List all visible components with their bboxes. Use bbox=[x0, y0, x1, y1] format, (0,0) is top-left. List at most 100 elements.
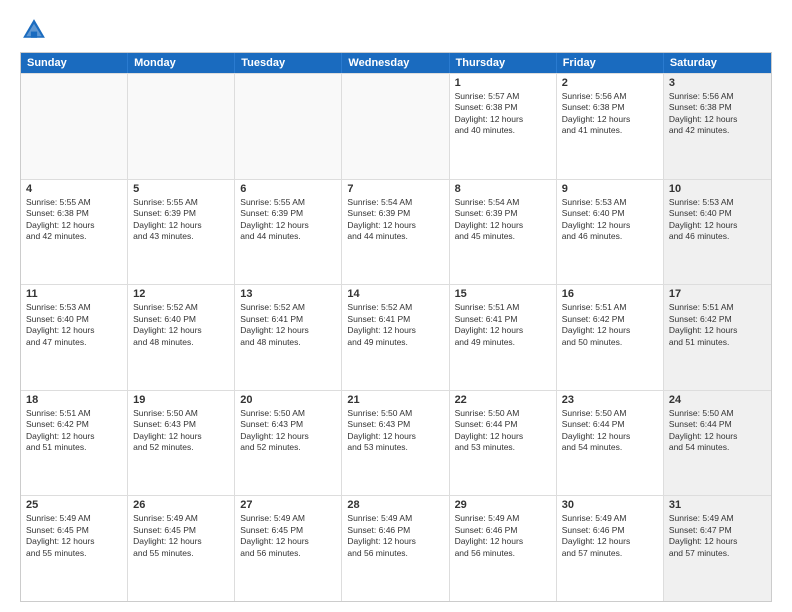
cell-info: Sunrise: 5:49 AMSunset: 6:46 PMDaylight:… bbox=[455, 513, 551, 559]
day-number: 4 bbox=[26, 183, 122, 195]
cell-info: Sunrise: 5:49 AMSunset: 6:45 PMDaylight:… bbox=[26, 513, 122, 559]
calendar-cell: 21Sunrise: 5:50 AMSunset: 6:43 PMDayligh… bbox=[342, 391, 449, 496]
calendar-cell bbox=[128, 74, 235, 179]
cell-info: Sunrise: 5:50 AMSunset: 6:44 PMDaylight:… bbox=[455, 408, 551, 454]
calendar-cell bbox=[235, 74, 342, 179]
cell-info: Sunrise: 5:50 AMSunset: 6:44 PMDaylight:… bbox=[669, 408, 766, 454]
calendar-cell: 18 Sunrise: 5:51 AMSunset: 6:42 PMDayligh… bbox=[21, 391, 128, 496]
day-number: 10 bbox=[669, 183, 766, 195]
day-number: 29 bbox=[455, 499, 551, 511]
day-number: 30 bbox=[562, 499, 658, 511]
cell-info: Sunrise: 5:53 AMSunset: 6:40 PMDaylight:… bbox=[26, 302, 122, 348]
day-number: 28 bbox=[347, 499, 443, 511]
day-number: 31 bbox=[669, 499, 766, 511]
calendar-cell: 31 Sunrise: 5:49 AMSunset: 6:47 PMDayligh… bbox=[664, 496, 771, 601]
cell-info: Sunrise: 5:51 AMSunset: 6:42 PMDaylight:… bbox=[562, 302, 658, 348]
cell-info: Sunrise: 5:51 AMSunset: 6:42 PMDaylight:… bbox=[669, 302, 766, 348]
cell-info: Sunrise: 5:52 AMSunset: 6:41 PMDaylight:… bbox=[240, 302, 336, 348]
day-number: 12 bbox=[133, 288, 229, 300]
cell-info: Sunrise: 5:57 AMSunset: 6:38 PMDaylight:… bbox=[455, 91, 551, 137]
calendar-cell: 7Sunrise: 5:54 AMSunset: 6:39 PMDaylight… bbox=[342, 180, 449, 285]
calendar-cell: 3Sunrise: 5:56 AMSunset: 6:38 PMDaylight… bbox=[664, 74, 771, 179]
calendar-row: 4Sunrise: 5:55 AMSunset: 6:38 PMDaylight… bbox=[21, 179, 771, 285]
cell-info: Sunrise: 5:50 AMSunset: 6:43 PMDaylight:… bbox=[240, 408, 336, 454]
cell-info: Sunrise: 5:54 AMSunset: 6:39 PMDaylight:… bbox=[455, 197, 551, 243]
calendar-body: 1 Sunrise: 5:57 AMSunset: 6:38 PMDaylight… bbox=[21, 73, 771, 601]
header-day: Wednesday bbox=[342, 53, 449, 73]
day-number: 26 bbox=[133, 499, 229, 511]
cell-info: Sunrise: 5:49 AMSunset: 6:47 PMDaylight:… bbox=[669, 513, 766, 559]
cell-info: Sunrise: 5:54 AMSunset: 6:39 PMDaylight:… bbox=[347, 197, 443, 243]
calendar-cell: 25 Sunrise: 5:49 AMSunset: 6:45 PMDayligh… bbox=[21, 496, 128, 601]
header-day: Monday bbox=[128, 53, 235, 73]
cell-info: Sunrise: 5:52 AMSunset: 6:40 PMDaylight:… bbox=[133, 302, 229, 348]
cell-info: Sunrise: 5:50 AMSunset: 6:44 PMDaylight:… bbox=[562, 408, 658, 454]
cell-info: Sunrise: 5:53 AMSunset: 6:40 PMDaylight:… bbox=[669, 197, 766, 243]
calendar-cell: 23 Sunrise: 5:50 AMSunset: 6:44 PMDayligh… bbox=[557, 391, 664, 496]
header bbox=[20, 16, 772, 44]
calendar-cell: 4Sunrise: 5:55 AMSunset: 6:38 PMDaylight… bbox=[21, 180, 128, 285]
cell-info: Sunrise: 5:51 AMSunset: 6:41 PMDaylight:… bbox=[455, 302, 551, 348]
cell-info: Sunrise: 5:55 AMSunset: 6:39 PMDaylight:… bbox=[240, 197, 336, 243]
cell-info: Sunrise: 5:56 AMSunset: 6:38 PMDaylight:… bbox=[562, 91, 658, 137]
calendar-cell bbox=[342, 74, 449, 179]
cell-info: Sunrise: 5:56 AMSunset: 6:38 PMDaylight:… bbox=[669, 91, 766, 137]
calendar-row: 11Sunrise: 5:53 AMSunset: 6:40 PMDayligh… bbox=[21, 284, 771, 390]
header-day: Thursday bbox=[450, 53, 557, 73]
day-number: 9 bbox=[562, 183, 658, 195]
calendar-cell: 22 Sunrise: 5:50 AMSunset: 6:44 PMDayligh… bbox=[450, 391, 557, 496]
cell-info: Sunrise: 5:49 AMSunset: 6:46 PMDaylight:… bbox=[562, 513, 658, 559]
day-number: 2 bbox=[562, 77, 658, 89]
day-number: 16 bbox=[562, 288, 658, 300]
calendar-cell: 30 Sunrise: 5:49 AMSunset: 6:46 PMDayligh… bbox=[557, 496, 664, 601]
calendar-cell: 8Sunrise: 5:54 AMSunset: 6:39 PMDaylight… bbox=[450, 180, 557, 285]
day-number: 14 bbox=[347, 288, 443, 300]
calendar-cell: 11Sunrise: 5:53 AMSunset: 6:40 PMDayligh… bbox=[21, 285, 128, 390]
day-number: 15 bbox=[455, 288, 551, 300]
calendar: SundayMondayTuesdayWednesdayThursdayFrid… bbox=[20, 52, 772, 602]
day-number: 21 bbox=[347, 394, 443, 406]
logo bbox=[20, 16, 52, 44]
cell-info: Sunrise: 5:50 AMSunset: 6:43 PMDaylight:… bbox=[133, 408, 229, 454]
day-number: 19 bbox=[133, 394, 229, 406]
calendar-cell: 28 Sunrise: 5:49 AMSunset: 6:46 PMDayligh… bbox=[342, 496, 449, 601]
day-number: 13 bbox=[240, 288, 336, 300]
calendar-cell: 27Sunrise: 5:49 AMSunset: 6:45 PMDayligh… bbox=[235, 496, 342, 601]
calendar-cell: 20Sunrise: 5:50 AMSunset: 6:43 PMDayligh… bbox=[235, 391, 342, 496]
calendar-cell bbox=[21, 74, 128, 179]
calendar-header: SundayMondayTuesdayWednesdayThursdayFrid… bbox=[21, 53, 771, 73]
logo-icon bbox=[20, 16, 48, 44]
cell-info: Sunrise: 5:49 AMSunset: 6:46 PMDaylight:… bbox=[347, 513, 443, 559]
calendar-cell: 19 Sunrise: 5:50 AMSunset: 6:43 PMDayligh… bbox=[128, 391, 235, 496]
header-day: Sunday bbox=[21, 53, 128, 73]
day-number: 6 bbox=[240, 183, 336, 195]
header-day: Saturday bbox=[664, 53, 771, 73]
calendar-cell: 1 Sunrise: 5:57 AMSunset: 6:38 PMDaylight… bbox=[450, 74, 557, 179]
day-number: 24 bbox=[669, 394, 766, 406]
calendar-row: 25 Sunrise: 5:49 AMSunset: 6:45 PMDayligh… bbox=[21, 495, 771, 601]
day-number: 25 bbox=[26, 499, 122, 511]
cell-info: Sunrise: 5:55 AMSunset: 6:39 PMDaylight:… bbox=[133, 197, 229, 243]
cell-info: Sunrise: 5:52 AMSunset: 6:41 PMDaylight:… bbox=[347, 302, 443, 348]
calendar-cell: 24 Sunrise: 5:50 AMSunset: 6:44 PMDayligh… bbox=[664, 391, 771, 496]
day-number: 23 bbox=[562, 394, 658, 406]
cell-info: Sunrise: 5:49 AMSunset: 6:45 PMDaylight:… bbox=[240, 513, 336, 559]
day-number: 22 bbox=[455, 394, 551, 406]
calendar-cell: 14 Sunrise: 5:52 AMSunset: 6:41 PMDayligh… bbox=[342, 285, 449, 390]
cell-info: Sunrise: 5:49 AMSunset: 6:45 PMDaylight:… bbox=[133, 513, 229, 559]
cell-info: Sunrise: 5:53 AMSunset: 6:40 PMDaylight:… bbox=[562, 197, 658, 243]
calendar-cell: 12 Sunrise: 5:52 AMSunset: 6:40 PMDayligh… bbox=[128, 285, 235, 390]
calendar-cell: 5Sunrise: 5:55 AMSunset: 6:39 PMDaylight… bbox=[128, 180, 235, 285]
calendar-cell: 15 Sunrise: 5:51 AMSunset: 6:41 PMDayligh… bbox=[450, 285, 557, 390]
day-number: 1 bbox=[455, 77, 551, 89]
header-day: Friday bbox=[557, 53, 664, 73]
calendar-cell: 13 Sunrise: 5:52 AMSunset: 6:41 PMDayligh… bbox=[235, 285, 342, 390]
day-number: 18 bbox=[26, 394, 122, 406]
calendar-cell: 9 Sunrise: 5:53 AMSunset: 6:40 PMDaylight… bbox=[557, 180, 664, 285]
cell-info: Sunrise: 5:51 AMSunset: 6:42 PMDaylight:… bbox=[26, 408, 122, 454]
calendar-cell: 10 Sunrise: 5:53 AMSunset: 6:40 PMDayligh… bbox=[664, 180, 771, 285]
calendar-row: 18 Sunrise: 5:51 AMSunset: 6:42 PMDayligh… bbox=[21, 390, 771, 496]
calendar-cell: 17Sunrise: 5:51 AMSunset: 6:42 PMDayligh… bbox=[664, 285, 771, 390]
calendar-cell: 26 Sunrise: 5:49 AMSunset: 6:45 PMDayligh… bbox=[128, 496, 235, 601]
calendar-cell: 29 Sunrise: 5:49 AMSunset: 6:46 PMDayligh… bbox=[450, 496, 557, 601]
